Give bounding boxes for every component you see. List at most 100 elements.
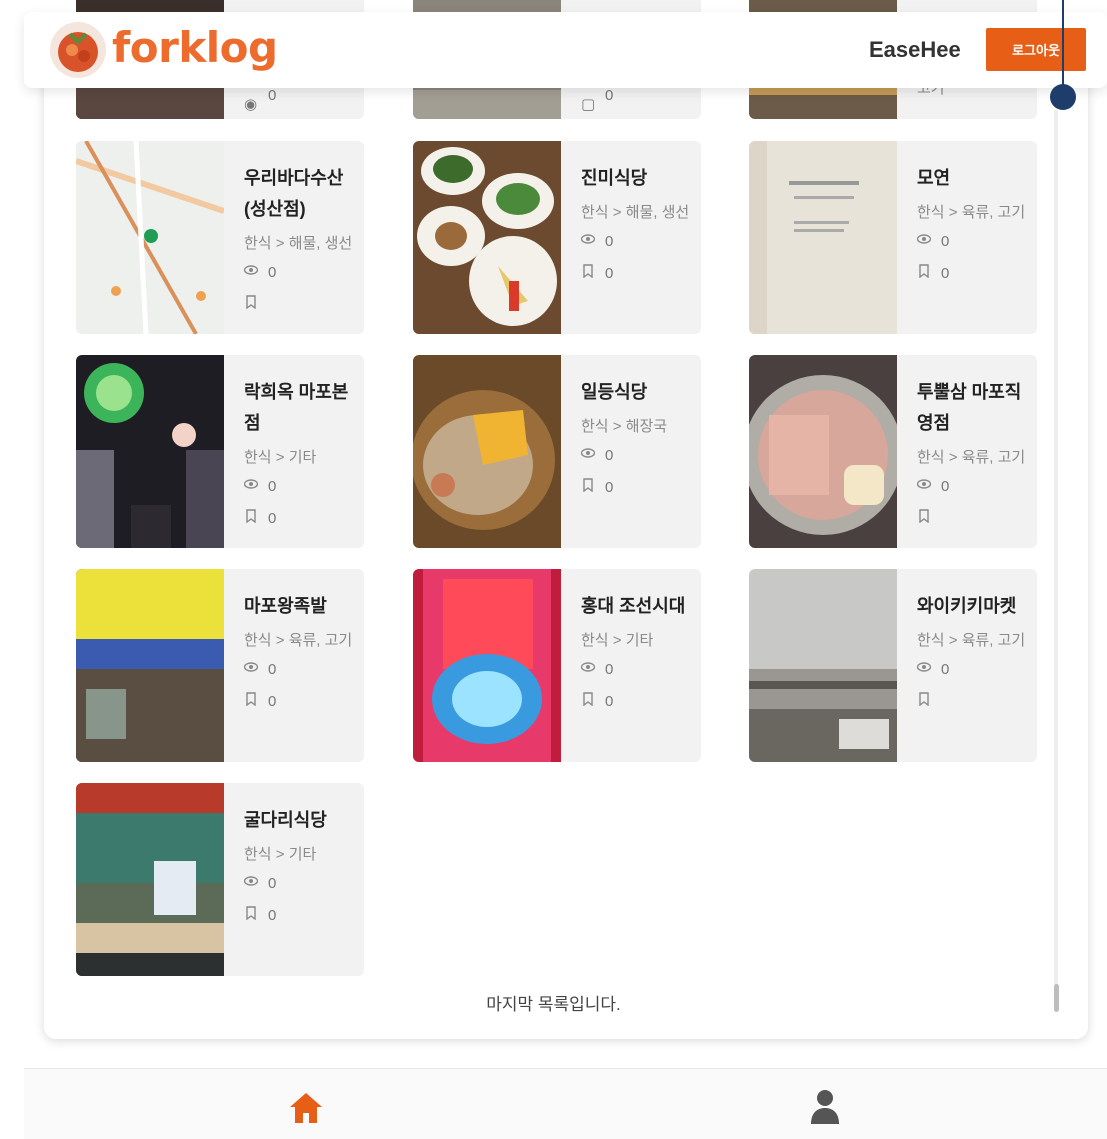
app-header: forklog EaseHee 로그아웃 [24, 12, 1107, 88]
restaurant-name[interactable]: 우리바다수산(성산점) [244, 163, 354, 225]
card-info: 마포왕족발한식 > 육류, 고기 0 0 [244, 591, 354, 718]
bookmark-stat: 0 [581, 258, 691, 290]
bookmark-stat: 0 [917, 258, 1027, 290]
restaurant-card[interactable]: 투뿔삼 마포직영점한식 > 육류, 고기 0 [749, 355, 1037, 548]
side-dishes-photo [413, 141, 561, 334]
view-count: 0 [268, 264, 277, 281]
bookmark-stat: 0 [244, 503, 354, 535]
restaurant-card[interactable]: 모연한식 > 육류, 고기 0 0 [749, 141, 1037, 334]
restaurant-card[interactable]: 락희옥 마포본점한식 > 기타 0 0 [76, 355, 364, 548]
restaurant-category: 한식 > 육류, 고기 [917, 204, 1026, 221]
bookmark-count: 0 [941, 265, 950, 282]
card-info: 투뿔삼 마포직영점한식 > 육류, 고기 0 [917, 377, 1027, 535]
card-info: 모연한식 > 육류, 고기 0 0 [917, 163, 1027, 290]
view-stat: 0 [581, 226, 691, 258]
restaurant-front-photo [76, 783, 224, 976]
bookmark-icon[interactable] [244, 503, 258, 535]
scrollbar-track[interactable] [1054, 110, 1058, 990]
alley-photo [76, 355, 224, 548]
card-info: 홍대 조선시대 한식 > 기타 0 0 [581, 591, 691, 718]
bookmark-count: 0 [605, 479, 614, 496]
restaurant-name[interactable]: 락희옥 마포본점 [244, 377, 354, 439]
bookmark-icon[interactable] [581, 472, 595, 504]
view-count: 0 [268, 661, 277, 678]
restaurant-category: 한식 > 육류, 고기 [244, 632, 353, 649]
user-icon[interactable] [810, 1089, 840, 1125]
restaurant-name[interactable]: 모연 [917, 163, 1027, 194]
view-stat: 0 [917, 226, 1027, 258]
bookmark-icon[interactable] [244, 686, 258, 718]
restaurant-name[interactable]: 일등식당 [581, 377, 691, 408]
restaurant-name[interactable]: 마포왕족발 [244, 591, 354, 622]
restaurant-category: 한식 > 해물, 생선 [244, 235, 353, 252]
bookmark-icon[interactable] [244, 289, 258, 321]
eye-icon [917, 654, 931, 686]
logo-text[interactable]: forklog [112, 23, 278, 72]
restaurant-name[interactable]: 와이키키마켓 [917, 591, 1027, 622]
bookmark-count: 0 [268, 693, 277, 710]
eye-icon [581, 226, 595, 258]
logo-icon[interactable] [50, 22, 106, 78]
eye-icon [917, 226, 931, 258]
bookmark-icon[interactable] [581, 258, 595, 290]
restaurant-card[interactable]: 마포왕족발한식 > 육류, 고기 0 0 [76, 569, 364, 762]
bottom-navigation [24, 1068, 1107, 1139]
storefront-photo [76, 569, 224, 762]
logout-button[interactable]: 로그아웃 [986, 28, 1086, 71]
restaurant-card[interactable]: 우리바다수산(성산점) 한식 > 해물, 생선 0 [76, 141, 364, 334]
view-count: 0 [605, 661, 614, 678]
view-count: 0 [941, 233, 950, 250]
restaurant-name[interactable]: 투뿔삼 마포직영점 [917, 377, 1027, 439]
restaurant-card[interactable]: 와이키키마켓한식 > 육류, 고기 0 [749, 569, 1037, 762]
bookmark-stat [244, 289, 354, 321]
bookmark-icon[interactable] [244, 900, 258, 932]
restaurant-card[interactable]: 일등식당한식 > 해장국 0 0 [413, 355, 701, 548]
bookmark-count: 0 [268, 907, 277, 924]
card-info: 굴다리식당 한식 > 기타 0 0 [244, 805, 354, 932]
restaurant-card[interactable]: 진미식당한식 > 해물, 생선 0 0 [413, 141, 701, 334]
bookmark-stat [917, 503, 1027, 535]
soup-photo [413, 355, 561, 548]
card-info: 일등식당한식 > 해장국 0 0 [581, 377, 691, 504]
view-stat: 0 [244, 868, 354, 900]
view-stat: 0 [581, 654, 691, 686]
restaurant-category: 한식 > 해장국 [581, 418, 668, 435]
restaurant-name[interactable]: 굴다리식당 [244, 805, 354, 836]
scroll-indicator-knob[interactable] [1050, 84, 1076, 110]
eye-icon [244, 868, 258, 900]
view-count: 0 [941, 661, 950, 678]
restaurant-category: 한식 > 육류, 고기 [917, 632, 1026, 649]
home-icon[interactable] [288, 1091, 324, 1125]
view-count: 0 [268, 875, 277, 892]
username: EaseHee [869, 37, 961, 62]
view-stat: 0 [244, 257, 354, 289]
eye-icon [581, 654, 595, 686]
restaurant-category: 한식 > 육류, 고기 [917, 449, 1026, 466]
card-info: 우리바다수산(성산점) 한식 > 해물, 생선 0 [244, 163, 354, 321]
bookmark-icon[interactable] [917, 686, 931, 718]
restaurant-card[interactable]: 굴다리식당 한식 > 기타 0 0 [76, 783, 364, 976]
card-info: 와이키키마켓한식 > 육류, 고기 0 [917, 591, 1027, 718]
restaurant-category: 한식 > 기타 [581, 632, 654, 649]
map-thumbnail [76, 141, 224, 334]
riverside-photo [749, 569, 897, 762]
restaurant-category: 한식 > 기타 [244, 449, 317, 466]
scrollbar-thumb[interactable] [1054, 984, 1059, 1012]
view-stat: 0 [917, 654, 1027, 686]
view-stat: 0 [917, 471, 1027, 503]
restaurant-name[interactable]: 홍대 조선시대 [581, 591, 691, 622]
eye-icon [581, 440, 595, 472]
view-count: 0 [268, 478, 277, 495]
grill-photo [749, 355, 897, 548]
restaurant-category: 한식 > 해물, 생선 [581, 204, 690, 221]
view-count: 0 [605, 233, 614, 250]
bookmark-icon[interactable] [581, 686, 595, 718]
eye-icon [917, 471, 931, 503]
restaurant-name[interactable]: 진미식당 [581, 163, 691, 194]
bookmark-stat [917, 686, 1027, 718]
bookmark-icon[interactable] [917, 258, 931, 290]
bookmark-stat: 0 [581, 472, 691, 504]
view-count: 0 [605, 447, 614, 464]
restaurant-card[interactable]: 홍대 조선시대 한식 > 기타 0 0 [413, 569, 701, 762]
bookmark-icon[interactable] [917, 503, 931, 535]
